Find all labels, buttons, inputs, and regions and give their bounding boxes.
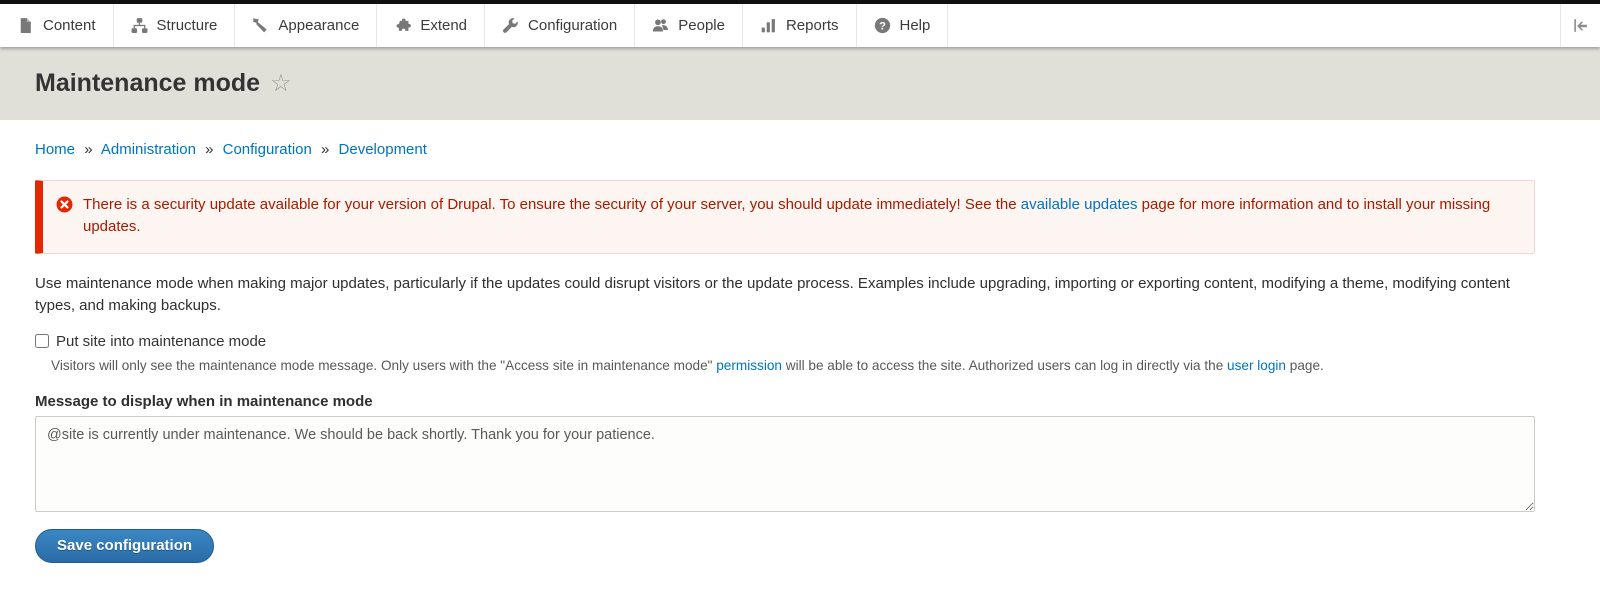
user-login-link[interactable]: user login bbox=[1227, 358, 1286, 373]
toolbar-item-people[interactable]: People bbox=[635, 4, 743, 47]
maintenance-message-textarea[interactable]: @site is currently under maintenance. We… bbox=[35, 416, 1535, 512]
toolbar-item-extend[interactable]: Extend bbox=[377, 4, 485, 47]
star-outline-icon[interactable]: ☆ bbox=[270, 72, 292, 96]
breadcrumb-separator: » bbox=[205, 141, 213, 158]
description-text-middle: will be able to access the site. Authori… bbox=[782, 358, 1227, 373]
breadcrumb-separator: » bbox=[84, 141, 92, 158]
toolbar-item-content[interactable]: Content bbox=[0, 4, 114, 47]
permission-link[interactable]: permission bbox=[716, 358, 782, 373]
error-circle-x-icon bbox=[56, 196, 73, 213]
breadcrumb-link-development[interactable]: Development bbox=[339, 141, 427, 158]
collapse-left-icon bbox=[1572, 17, 1589, 34]
svg-text:?: ? bbox=[879, 20, 886, 32]
file-icon bbox=[17, 17, 34, 34]
toolbar-orientation-toggle[interactable] bbox=[1560, 4, 1600, 47]
page-header: Maintenance mode ☆ bbox=[0, 47, 1600, 120]
description-text-after: page. bbox=[1286, 358, 1324, 373]
toolbar-item-label: Structure bbox=[157, 17, 218, 34]
security-update-error-message: There is a security update available for… bbox=[35, 180, 1535, 254]
maintenance-mode-description: Visitors will only see the maintenance m… bbox=[51, 356, 1535, 375]
breadcrumb-link-home[interactable]: Home bbox=[35, 141, 75, 158]
maintenance-mode-checkbox-label[interactable]: Put site into maintenance mode bbox=[56, 333, 266, 350]
breadcrumb-link-administration[interactable]: Administration bbox=[101, 141, 196, 158]
description-text-before: Visitors will only see the maintenance m… bbox=[51, 358, 716, 373]
help-icon: ? bbox=[874, 17, 891, 34]
maintenance-mode-intro-text: Use maintenance mode when making major u… bbox=[35, 273, 1535, 318]
toolbar-item-label: Reports bbox=[786, 17, 839, 34]
toolbar-item-label: Configuration bbox=[528, 17, 617, 34]
main-content: Home » Administration » Configuration » … bbox=[0, 141, 1600, 603]
toolbar-item-label: People bbox=[678, 17, 725, 34]
toolbar-item-label: Content bbox=[43, 17, 96, 34]
error-message-text: There is a security update available for… bbox=[83, 194, 1518, 238]
breadcrumb-separator: » bbox=[321, 141, 329, 158]
toolbar-item-configuration[interactable]: Configuration bbox=[485, 4, 635, 47]
bar-chart-icon bbox=[760, 17, 777, 34]
maintenance-mode-checkbox[interactable] bbox=[35, 334, 49, 348]
puzzle-icon bbox=[394, 17, 411, 34]
page-title: Maintenance mode bbox=[35, 69, 260, 98]
toolbar-item-help[interactable]: ? Help bbox=[857, 4, 949, 47]
toolbar-item-label: Appearance bbox=[278, 17, 359, 34]
toolbar-spacer bbox=[948, 4, 1560, 47]
breadcrumb-link-configuration[interactable]: Configuration bbox=[223, 141, 312, 158]
toolbar-item-label: Extend bbox=[420, 17, 467, 34]
available-updates-link[interactable]: available updates bbox=[1021, 196, 1138, 213]
message-field-label: Message to display when in maintenance m… bbox=[35, 393, 1535, 410]
admin-toolbar: Content Structure Appearance Extend Conf… bbox=[0, 4, 1600, 47]
toolbar-item-reports[interactable]: Reports bbox=[743, 4, 857, 47]
toolbar-item-appearance[interactable]: Appearance bbox=[235, 4, 377, 47]
error-text-before: There is a security update available for… bbox=[83, 196, 1021, 213]
toolbar-item-structure[interactable]: Structure bbox=[114, 4, 236, 47]
toolbar-item-label: Help bbox=[900, 17, 931, 34]
paintbrush-icon bbox=[252, 17, 269, 34]
breadcrumb: Home » Administration » Configuration » … bbox=[35, 141, 1535, 158]
wrench-icon bbox=[502, 17, 519, 34]
maintenance-mode-checkbox-row: Put site into maintenance mode bbox=[35, 333, 1535, 350]
save-configuration-button[interactable]: Save configuration bbox=[35, 529, 214, 563]
sitemap-icon bbox=[131, 17, 148, 34]
people-icon bbox=[652, 17, 669, 34]
